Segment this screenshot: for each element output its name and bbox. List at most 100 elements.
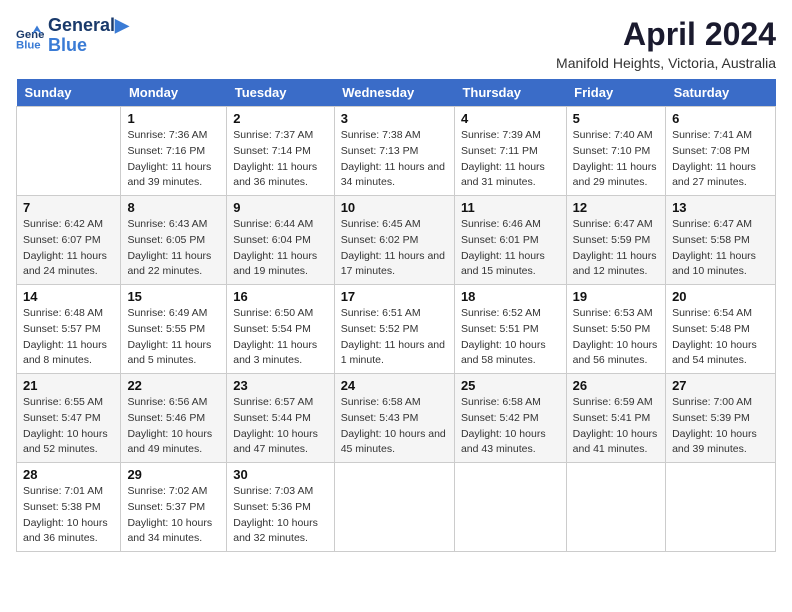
day-number: 28 (23, 467, 114, 482)
day-info: Sunrise: 7:41 AMSunset: 7:08 PMDaylight:… (672, 128, 769, 191)
day-number: 10 (341, 200, 448, 215)
day-cell: 6 Sunrise: 7:41 AMSunset: 7:08 PMDayligh… (666, 107, 776, 196)
weekday-header-monday: Monday (121, 79, 227, 107)
day-info: Sunrise: 6:52 AMSunset: 5:51 PMDaylight:… (461, 306, 560, 369)
weekday-header-tuesday: Tuesday (227, 79, 334, 107)
day-cell: 2 Sunrise: 7:37 AMSunset: 7:14 PMDayligh… (227, 107, 334, 196)
day-info: Sunrise: 7:01 AMSunset: 5:38 PMDaylight:… (23, 484, 114, 547)
day-number: 11 (461, 200, 560, 215)
day-info: Sunrise: 7:40 AMSunset: 7:10 PMDaylight:… (573, 128, 659, 191)
day-cell: 7 Sunrise: 6:42 AMSunset: 6:07 PMDayligh… (17, 196, 121, 285)
day-cell: 20 Sunrise: 6:54 AMSunset: 5:48 PMDaylig… (666, 285, 776, 374)
day-cell (454, 463, 566, 552)
day-info: Sunrise: 7:39 AMSunset: 7:11 PMDaylight:… (461, 128, 560, 191)
day-cell: 26 Sunrise: 6:59 AMSunset: 5:41 PMDaylig… (566, 374, 665, 463)
day-cell: 19 Sunrise: 6:53 AMSunset: 5:50 PMDaylig… (566, 285, 665, 374)
day-cell (566, 463, 665, 552)
day-number: 8 (127, 200, 220, 215)
day-info: Sunrise: 6:47 AMSunset: 5:58 PMDaylight:… (672, 217, 769, 280)
day-cell: 11 Sunrise: 6:46 AMSunset: 6:01 PMDaylig… (454, 196, 566, 285)
day-info: Sunrise: 6:50 AMSunset: 5:54 PMDaylight:… (233, 306, 327, 369)
day-cell: 15 Sunrise: 6:49 AMSunset: 5:55 PMDaylig… (121, 285, 227, 374)
day-cell: 25 Sunrise: 6:58 AMSunset: 5:42 PMDaylig… (454, 374, 566, 463)
day-cell: 10 Sunrise: 6:45 AMSunset: 6:02 PMDaylig… (334, 196, 454, 285)
day-info: Sunrise: 6:54 AMSunset: 5:48 PMDaylight:… (672, 306, 769, 369)
day-cell: 16 Sunrise: 6:50 AMSunset: 5:54 PMDaylig… (227, 285, 334, 374)
day-cell (17, 107, 121, 196)
day-number: 21 (23, 378, 114, 393)
logo-text-line2: Blue (48, 36, 129, 56)
day-info: Sunrise: 6:45 AMSunset: 6:02 PMDaylight:… (341, 217, 448, 280)
day-info: Sunrise: 7:03 AMSunset: 5:36 PMDaylight:… (233, 484, 327, 547)
month-title: April 2024 (556, 16, 776, 53)
day-info: Sunrise: 6:51 AMSunset: 5:52 PMDaylight:… (341, 306, 448, 369)
day-number: 12 (573, 200, 659, 215)
logo-text-line1: General▶ (48, 16, 129, 36)
day-info: Sunrise: 6:49 AMSunset: 5:55 PMDaylight:… (127, 306, 220, 369)
day-info: Sunrise: 6:48 AMSunset: 5:57 PMDaylight:… (23, 306, 114, 369)
day-cell: 4 Sunrise: 7:39 AMSunset: 7:11 PMDayligh… (454, 107, 566, 196)
day-info: Sunrise: 7:37 AMSunset: 7:14 PMDaylight:… (233, 128, 327, 191)
day-number: 26 (573, 378, 659, 393)
day-cell: 27 Sunrise: 7:00 AMSunset: 5:39 PMDaylig… (666, 374, 776, 463)
day-number: 29 (127, 467, 220, 482)
day-number: 22 (127, 378, 220, 393)
day-info: Sunrise: 7:36 AMSunset: 7:16 PMDaylight:… (127, 128, 220, 191)
day-info: Sunrise: 7:02 AMSunset: 5:37 PMDaylight:… (127, 484, 220, 547)
day-info: Sunrise: 6:59 AMSunset: 5:41 PMDaylight:… (573, 395, 659, 458)
day-cell: 18 Sunrise: 6:52 AMSunset: 5:51 PMDaylig… (454, 285, 566, 374)
calendar-body: 1 Sunrise: 7:36 AMSunset: 7:16 PMDayligh… (17, 107, 776, 552)
week-row-5: 28 Sunrise: 7:01 AMSunset: 5:38 PMDaylig… (17, 463, 776, 552)
day-cell: 30 Sunrise: 7:03 AMSunset: 5:36 PMDaylig… (227, 463, 334, 552)
day-number: 9 (233, 200, 327, 215)
day-cell (666, 463, 776, 552)
day-cell: 28 Sunrise: 7:01 AMSunset: 5:38 PMDaylig… (17, 463, 121, 552)
day-info: Sunrise: 6:44 AMSunset: 6:04 PMDaylight:… (233, 217, 327, 280)
day-cell: 17 Sunrise: 6:51 AMSunset: 5:52 PMDaylig… (334, 285, 454, 374)
day-number: 1 (127, 111, 220, 126)
day-info: Sunrise: 7:00 AMSunset: 5:39 PMDaylight:… (672, 395, 769, 458)
day-info: Sunrise: 6:58 AMSunset: 5:42 PMDaylight:… (461, 395, 560, 458)
day-cell: 24 Sunrise: 6:58 AMSunset: 5:43 PMDaylig… (334, 374, 454, 463)
day-number: 5 (573, 111, 659, 126)
day-cell: 8 Sunrise: 6:43 AMSunset: 6:05 PMDayligh… (121, 196, 227, 285)
logo: General Blue General▶ Blue (16, 16, 129, 56)
day-info: Sunrise: 6:43 AMSunset: 6:05 PMDaylight:… (127, 217, 220, 280)
day-info: Sunrise: 7:38 AMSunset: 7:13 PMDaylight:… (341, 128, 448, 191)
day-number: 23 (233, 378, 327, 393)
weekday-header-row: SundayMondayTuesdayWednesdayThursdayFrid… (17, 79, 776, 107)
weekday-header-saturday: Saturday (666, 79, 776, 107)
day-number: 27 (672, 378, 769, 393)
day-info: Sunrise: 6:42 AMSunset: 6:07 PMDaylight:… (23, 217, 114, 280)
day-number: 19 (573, 289, 659, 304)
weekday-header-friday: Friday (566, 79, 665, 107)
day-cell: 29 Sunrise: 7:02 AMSunset: 5:37 PMDaylig… (121, 463, 227, 552)
calendar-table: SundayMondayTuesdayWednesdayThursdayFrid… (16, 79, 776, 552)
day-cell: 1 Sunrise: 7:36 AMSunset: 7:16 PMDayligh… (121, 107, 227, 196)
day-info: Sunrise: 6:55 AMSunset: 5:47 PMDaylight:… (23, 395, 114, 458)
day-number: 7 (23, 200, 114, 215)
day-number: 17 (341, 289, 448, 304)
day-cell: 14 Sunrise: 6:48 AMSunset: 5:57 PMDaylig… (17, 285, 121, 374)
day-cell: 21 Sunrise: 6:55 AMSunset: 5:47 PMDaylig… (17, 374, 121, 463)
week-row-1: 1 Sunrise: 7:36 AMSunset: 7:16 PMDayligh… (17, 107, 776, 196)
weekday-header-sunday: Sunday (17, 79, 121, 107)
day-number: 18 (461, 289, 560, 304)
day-info: Sunrise: 6:58 AMSunset: 5:43 PMDaylight:… (341, 395, 448, 458)
week-row-4: 21 Sunrise: 6:55 AMSunset: 5:47 PMDaylig… (17, 374, 776, 463)
day-number: 16 (233, 289, 327, 304)
day-number: 2 (233, 111, 327, 126)
day-number: 25 (461, 378, 560, 393)
day-cell: 9 Sunrise: 6:44 AMSunset: 6:04 PMDayligh… (227, 196, 334, 285)
weekday-header-thursday: Thursday (454, 79, 566, 107)
day-info: Sunrise: 6:56 AMSunset: 5:46 PMDaylight:… (127, 395, 220, 458)
day-cell: 23 Sunrise: 6:57 AMSunset: 5:44 PMDaylig… (227, 374, 334, 463)
day-number: 30 (233, 467, 327, 482)
day-info: Sunrise: 6:47 AMSunset: 5:59 PMDaylight:… (573, 217, 659, 280)
week-row-3: 14 Sunrise: 6:48 AMSunset: 5:57 PMDaylig… (17, 285, 776, 374)
day-number: 20 (672, 289, 769, 304)
title-block: April 2024 Manifold Heights, Victoria, A… (556, 16, 776, 71)
day-number: 6 (672, 111, 769, 126)
day-info: Sunrise: 6:57 AMSunset: 5:44 PMDaylight:… (233, 395, 327, 458)
week-row-2: 7 Sunrise: 6:42 AMSunset: 6:07 PMDayligh… (17, 196, 776, 285)
